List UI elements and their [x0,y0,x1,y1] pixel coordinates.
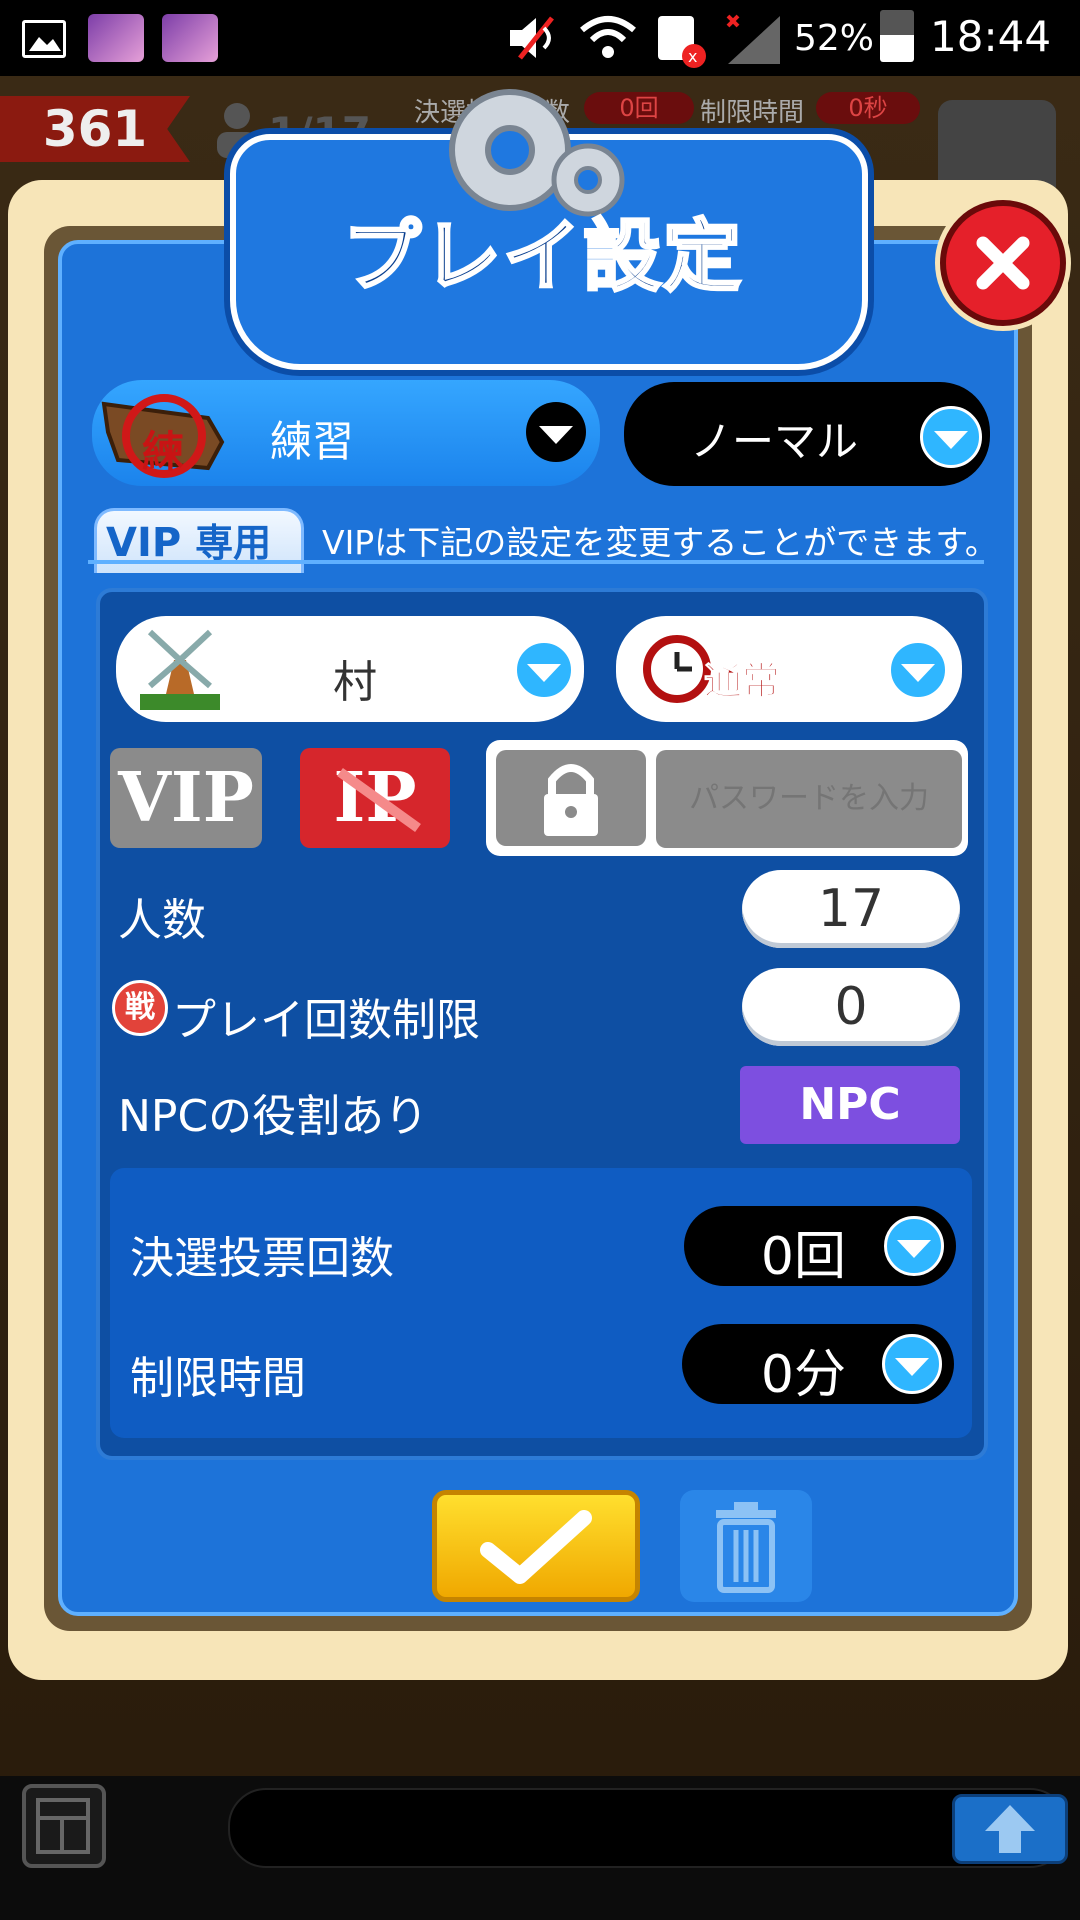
arrow-up-icon [985,1805,1035,1853]
status-bar: x 52% 18:44 [0,0,1080,76]
sim-error-icon: x [654,14,710,68]
chevron-down-icon [514,640,574,700]
vip-tab-label: VIP 専用 [106,512,271,567]
final-vote-label: 決選投票回数 [130,1233,394,1284]
chevron-down-icon [526,402,586,462]
chevron-down-icon [884,1216,944,1276]
lock-icon [544,764,598,836]
lock-button[interactable] [496,750,646,846]
practice-icon-text: 練 [142,427,185,476]
location-label: 村 [333,657,377,708]
clock-icon [642,634,712,704]
score-counter: 361 [0,96,190,162]
log-menu-button[interactable] [22,1784,106,1868]
battery-icon [880,10,914,62]
divider [88,560,984,564]
battle-badge: 戦 [112,980,168,1036]
chevron-down-icon [888,640,948,700]
signal-icon [724,14,784,64]
trash-icon [716,1502,776,1593]
password-input[interactable] [656,750,962,848]
time-limit-value: 0分 [760,1345,846,1405]
battery-percent: 52% [794,18,875,59]
bg-time-value: 0秒 [816,92,920,124]
wifi-icon [578,14,638,62]
chevron-down-icon [920,406,982,468]
chevron-down-icon [882,1334,942,1394]
prohibited-icon [337,767,421,833]
delete-button[interactable] [680,1490,812,1602]
time-mode-label: 通常 [703,659,781,704]
npc-label: NPCの役割あり [118,1091,429,1142]
checkmark-icon [480,1510,592,1584]
time-limit-label: 制限時間 [130,1353,306,1404]
svg-text:x: x [688,47,697,66]
play-limit-value[interactable]: 0 [742,968,960,1046]
document-icon [36,1798,90,1854]
final-vote-value: 0回 [760,1227,846,1287]
chat-input[interactable] [228,1788,1068,1868]
bg-time-label: 制限時間 [700,98,805,128]
vip-tab-text: 専用 [195,521,272,565]
close-button[interactable] [940,200,1066,326]
gallery-icon [22,20,66,58]
npc-toggle-button[interactable]: NPC [740,1066,960,1144]
close-icon [976,236,1030,290]
dialog-title: プレイ設定 [341,211,743,304]
vip-toggle-button[interactable]: VIP [110,748,262,848]
vip-note: VIPは下記の設定を変更することができます。 [322,523,998,562]
app-notification-icon [162,14,218,62]
mute-icon [506,14,564,62]
players-value[interactable]: 17 [742,870,960,948]
play-limit-label: プレイ回数制限 [172,995,480,1046]
mode-label: 練習 [270,417,355,466]
players-label: 人数 [118,895,206,946]
app-notification-icon [88,14,144,62]
confirm-button[interactable] [432,1490,640,1602]
windmill-icon [130,624,230,716]
send-button[interactable] [952,1794,1068,1864]
clock: 18:44 [930,12,1052,61]
difficulty-label: ノーマル [689,417,858,466]
